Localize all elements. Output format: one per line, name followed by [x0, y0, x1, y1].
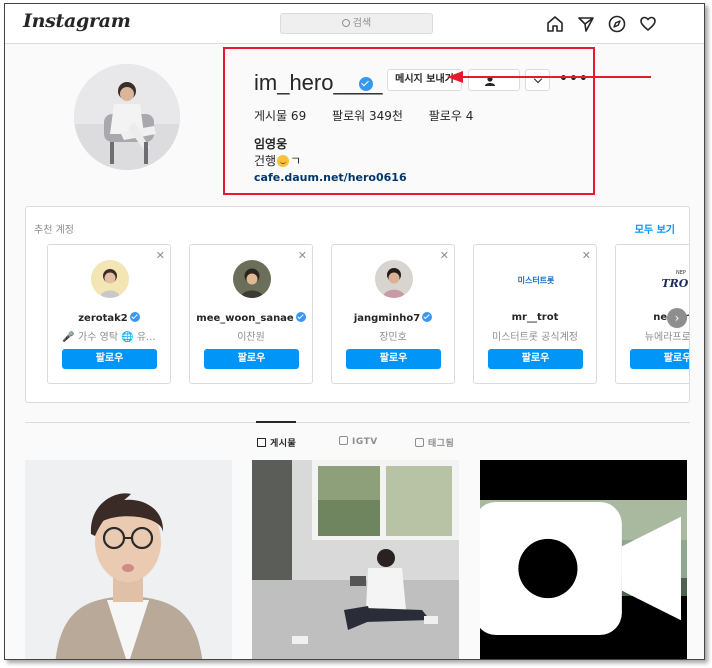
avatar-photo — [74, 64, 180, 170]
svg-text:NEP: NEP — [676, 270, 686, 276]
dismiss-icon[interactable]: ✕ — [156, 249, 165, 262]
video-icon — [480, 501, 681, 636]
bio-text: 건행 — [254, 154, 277, 168]
follow-button[interactable]: 팔로우 — [346, 349, 441, 369]
profile-full-name: 임영웅 — [254, 137, 288, 151]
bio-suffix: ㄱ — [290, 154, 302, 168]
suggestion-card: ✕ zerotak2 🎤 가수 영탁 🌐 유... 팔로우 — [47, 244, 171, 384]
dismiss-icon[interactable]: ✕ — [440, 249, 449, 262]
top-nav: Instagram 검색 — [5, 4, 704, 44]
carousel-next-icon[interactable]: › — [667, 308, 687, 328]
tab-posts[interactable]: 게시물 — [257, 436, 296, 449]
suggestion-subtitle: 뉴에라프로젝트 — [644, 332, 690, 343]
suggestion-subtitle: 이찬원 — [237, 332, 265, 343]
tag-icon — [415, 438, 424, 447]
verified-badge-icon — [422, 312, 433, 322]
igtv-icon — [339, 436, 348, 445]
suggestion-username[interactable]: mee_woon_sanae — [190, 312, 312, 324]
post-image — [25, 460, 232, 659]
suggestion-avatar[interactable]: 미스터트롯 — [517, 260, 555, 298]
browser-frame: Instagram 검색 im_hero____ 메시지 보내기 ••• 게시물… — [4, 3, 705, 660]
follow-button[interactable]: 팔로우 — [488, 349, 583, 369]
verified-badge-icon — [295, 312, 306, 322]
suggestion-avatar[interactable]: NEPTROT — [659, 260, 690, 298]
profile-bio: 건행 ㄱ — [254, 152, 301, 169]
see-all-link[interactable]: 모두 보기 — [635, 221, 675, 236]
heart-icon[interactable] — [638, 14, 658, 34]
suggestion-username[interactable]: jangminho7 — [332, 312, 454, 324]
post-thumbnail[interactable] — [25, 460, 232, 659]
suggested-title: 추천 계정 — [34, 225, 74, 236]
suggestion-avatar[interactable] — [375, 260, 413, 298]
profile-avatar[interactable] — [74, 64, 180, 170]
suggestion-subtitle: 🎤 가수 영탁 🌐 유... — [62, 332, 156, 343]
follow-button[interactable]: 팔로우 — [630, 349, 689, 369]
tabs-divider — [25, 422, 690, 423]
follow-button[interactable]: 팔로우 — [204, 349, 299, 369]
svg-text:TROT: TROT — [661, 277, 690, 290]
smile-emoji-icon — [277, 155, 290, 167]
suggestion-username[interactable]: mr__trot — [474, 312, 596, 323]
tab-igtv[interactable]: IGTV — [339, 436, 378, 447]
suggested-accounts-panel: 추천 계정 모두 보기 ✕ zerotak2 🎤 가수 영탁 🌐 유... 팔로… — [25, 206, 690, 403]
suggestion-subtitle: 미스터트롯 공식계정 — [492, 332, 578, 343]
suggestion-card: ✕ 미스터트롯 mr__trot 미스터트롯 공식계정 팔로우 — [473, 244, 597, 384]
search-input[interactable]: 검색 — [280, 13, 433, 34]
instagram-logo[interactable]: Instagram — [23, 10, 131, 32]
suggestion-card: ✕ mee_woon_sanae 이찬원 팔로우 — [189, 244, 313, 384]
suggestion-username[interactable]: zerotak2 — [48, 312, 170, 324]
suggestion-avatar[interactable] — [91, 260, 129, 298]
tab-tagged[interactable]: 태그됨 — [415, 436, 454, 449]
svg-text:미스터트롯: 미스터트롯 — [518, 275, 555, 285]
explore-icon[interactable] — [607, 14, 627, 34]
dismiss-icon[interactable]: ✕ — [582, 249, 591, 262]
home-icon[interactable] — [545, 14, 565, 34]
profile-link[interactable]: cafe.daum.net/hero0616 — [254, 171, 407, 184]
following-count[interactable]: 팔로우 4 — [429, 109, 474, 123]
post-thumbnail[interactable] — [480, 460, 687, 659]
search-icon — [341, 19, 350, 27]
follow-button[interactable]: 팔로우 — [62, 349, 157, 369]
search-placeholder: 검색 — [352, 18, 372, 29]
posts-count: 게시물 69 — [254, 109, 307, 123]
suggestion-subtitle: 장민호 — [379, 332, 407, 343]
profile-stats: 게시물 69 팔로워 349천 팔로우 4 — [254, 107, 495, 124]
verified-badge-icon — [129, 312, 140, 322]
suggestion-avatar[interactable] — [233, 260, 271, 298]
followers-count[interactable]: 팔로워 349천 — [332, 109, 403, 123]
active-tab-indicator — [256, 421, 296, 423]
post-thumbnail[interactable] — [252, 460, 459, 659]
direct-icon[interactable] — [576, 14, 596, 34]
dismiss-icon[interactable]: ✕ — [298, 249, 307, 262]
grid-icon — [257, 438, 266, 447]
suggestion-card: ✕ jangminho7 장민호 팔로우 — [331, 244, 455, 384]
post-image — [252, 460, 459, 659]
